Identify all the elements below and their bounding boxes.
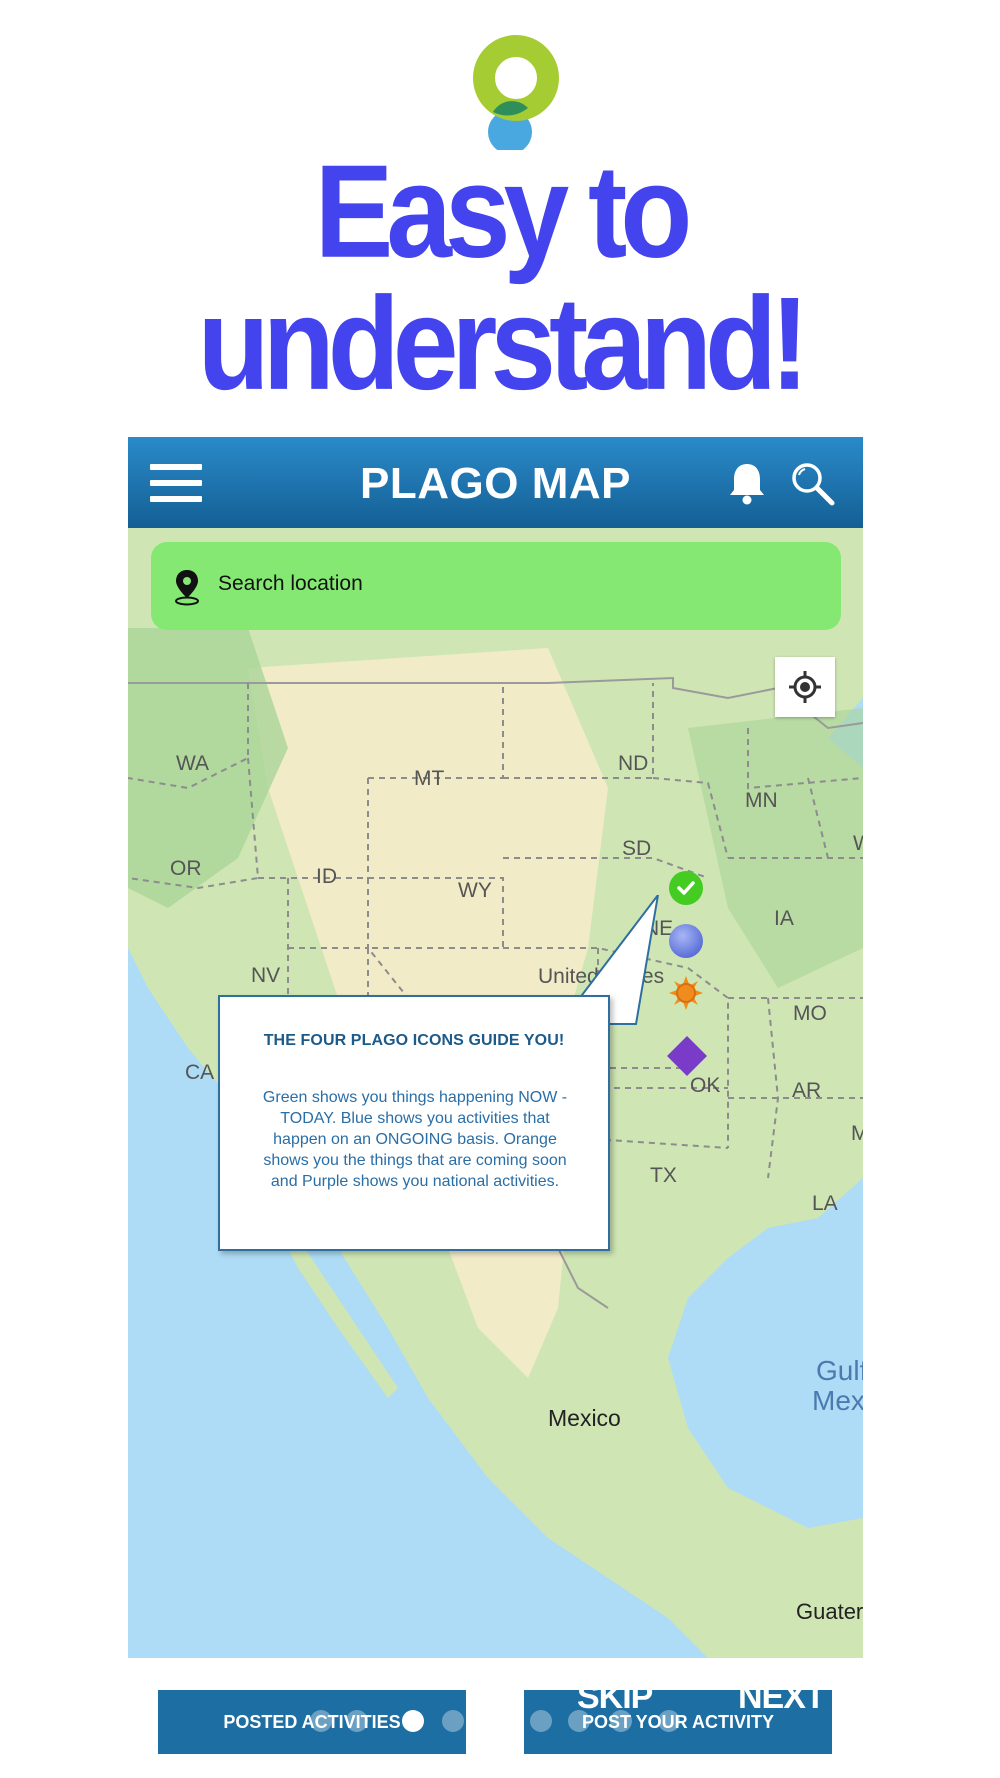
green-now-marker[interactable]	[668, 870, 704, 906]
app-screenshot: PLAGO MAP Search location WA MT ND MN SD…	[128, 437, 863, 1658]
page-dot[interactable]	[530, 1710, 552, 1732]
page-dot[interactable]	[346, 1710, 368, 1732]
headline: Easy to understand!	[197, 138, 810, 418]
skip-button[interactable]: SKIP	[577, 1678, 653, 1717]
map-label-ca: CA	[185, 1061, 215, 1084]
map-label-la: LA	[812, 1192, 838, 1215]
plago-logo	[473, 35, 559, 150]
map-label-mex: Mex	[812, 1385, 863, 1416]
map-label-mn: MN	[745, 789, 778, 812]
map-label-nv: NV	[251, 964, 281, 987]
locate-me-button[interactable]	[775, 657, 835, 717]
map-label-mt: MT	[414, 767, 445, 790]
map-label-wy: WY	[458, 879, 492, 902]
map-label-ia: IA	[774, 907, 794, 930]
location-pin-icon	[175, 570, 199, 606]
map-label-guatemala: Guater	[796, 1599, 863, 1624]
map-label-gulf: Gulf	[816, 1355, 863, 1386]
map-label-or: OR	[170, 857, 202, 880]
icons-guide-callout: THE FOUR PLAGO ICONS GUIDE YOU! Green sh…	[218, 995, 610, 1251]
purple-national-marker[interactable]	[666, 1035, 708, 1077]
map-label-nd: ND	[618, 752, 649, 775]
map-label-ok: OK	[690, 1074, 721, 1097]
bell-icon[interactable]	[727, 460, 767, 506]
page-dot[interactable]	[442, 1710, 464, 1732]
map-label-wa: WA	[176, 752, 210, 775]
search-placeholder: Search location	[218, 572, 363, 595]
map-label-ar: AR	[792, 1079, 822, 1102]
map-label-sd: SD	[622, 837, 652, 860]
map-label-w: W	[853, 832, 863, 855]
map-label-m: M	[851, 1122, 863, 1145]
map-label-mexico: Mexico	[548, 1405, 621, 1431]
page-dot[interactable]	[658, 1710, 680, 1732]
page-dot-active[interactable]	[402, 1710, 424, 1732]
callout-body: Green shows you things happening NOW - T…	[262, 1089, 568, 1190]
map-label-id: ID	[316, 865, 337, 888]
callout-title: THE FOUR PLAGO ICONS GUIDE YOU!	[263, 1032, 565, 1049]
app-bar: PLAGO MAP	[128, 437, 863, 528]
crosshair-locate-icon	[789, 671, 821, 703]
search-icon[interactable]	[790, 461, 836, 507]
onboarding-screen: Easy to understand! PLAGO MAP Search loc…	[0, 0, 1000, 1778]
next-button[interactable]: NEXT	[738, 1678, 826, 1717]
map-label-mo: MO	[793, 1002, 827, 1025]
blue-ongoing-marker[interactable]	[668, 923, 704, 959]
orange-coming-soon-marker[interactable]	[668, 975, 704, 1011]
page-dot[interactable]	[310, 1710, 332, 1732]
map-label-tx: TX	[650, 1164, 677, 1187]
search-location-field[interactable]: Search location	[151, 542, 841, 630]
